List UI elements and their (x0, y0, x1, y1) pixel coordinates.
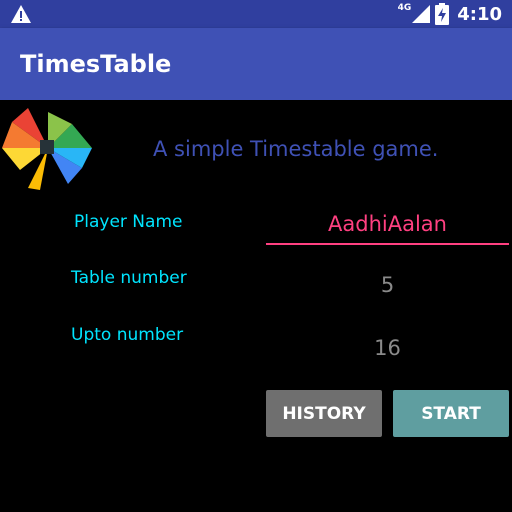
upto-number-label: Upto number (71, 325, 184, 345)
signal-icon (412, 5, 431, 23)
table-number-value[interactable]: 5 (266, 273, 509, 297)
battery-charging-icon (435, 3, 450, 25)
player-name-input[interactable] (266, 205, 509, 245)
status-bar: 4G 4:10 (0, 0, 512, 28)
network-type-label: 4G (397, 3, 412, 13)
player-name-label: Player Name (74, 212, 183, 232)
app-logo (2, 108, 92, 190)
upto-number-value[interactable]: 16 (266, 336, 509, 360)
status-time: 4:10 (457, 3, 502, 25)
start-button[interactable]: START (393, 390, 509, 437)
warning-icon (11, 5, 31, 23)
history-button[interactable]: HISTORY (266, 390, 382, 437)
table-number-label: Table number (71, 268, 187, 288)
app-bar: TimesTable (0, 28, 512, 100)
status-icons: 4G 4:10 (398, 0, 502, 28)
app-tagline: A simple Timestable game. (153, 137, 439, 161)
app-title: TimesTable (20, 50, 172, 78)
